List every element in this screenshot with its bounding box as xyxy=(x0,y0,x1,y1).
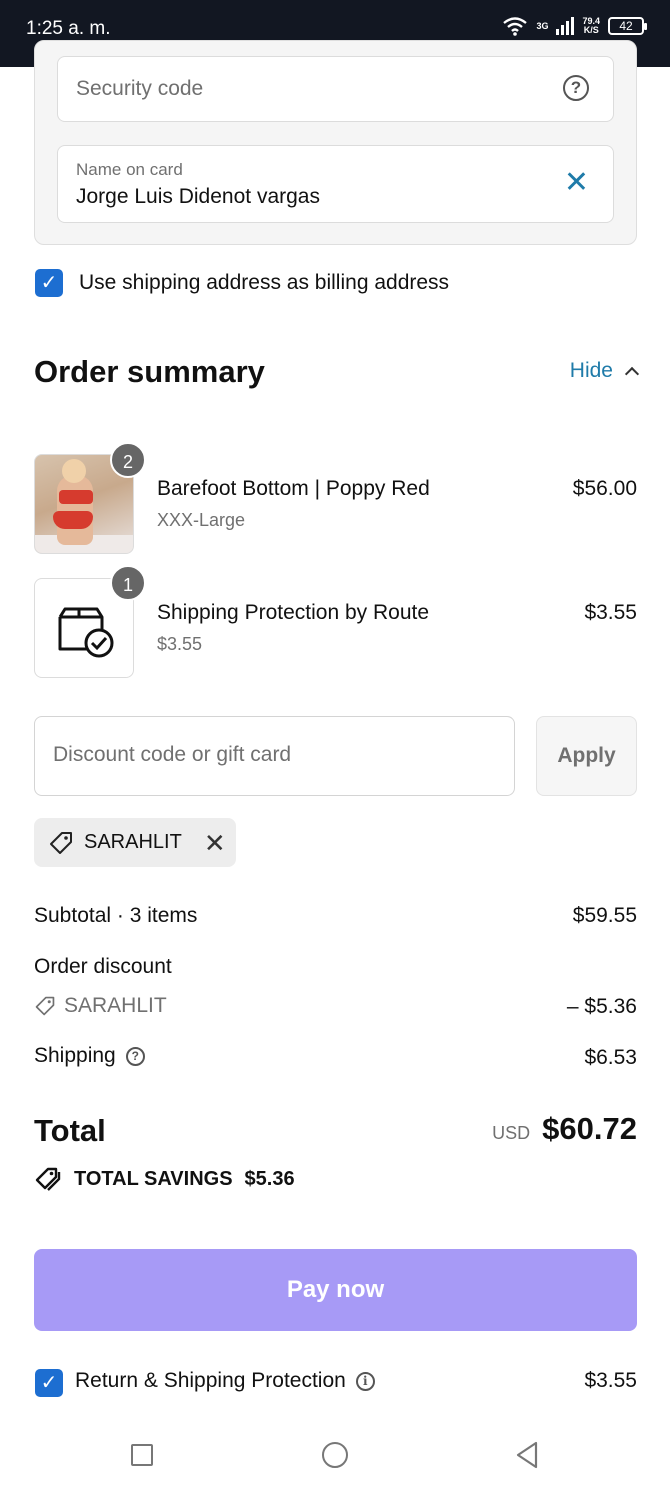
status-time: 1:25 a. m. xyxy=(26,18,111,39)
total-savings-value: $5.36 xyxy=(244,1167,295,1190)
help-icon[interactable]: ? xyxy=(563,75,589,101)
order-discount-code-row: SARAHLIT xyxy=(34,994,167,1018)
line-item-variant: XXX-Large xyxy=(157,510,246,530)
name-on-card-field[interactable]: Name on card Jorge Luis Didenot vargas ✕ xyxy=(57,145,614,223)
billing-same-label[interactable]: Use shipping address as billing address xyxy=(79,271,449,295)
total-amount-group: USD $60.72 xyxy=(492,1111,637,1147)
protection-row: Return & Shipping Protection i xyxy=(75,1369,375,1393)
remove-discount-icon[interactable]: ✕ xyxy=(204,830,226,856)
total-savings: TOTAL SAVINGS $5.36 xyxy=(34,1166,295,1192)
card-details-group: Security code ? Name on card Jorge Luis … xyxy=(34,40,637,245)
security-code-placeholder: Security code xyxy=(76,77,204,100)
photo-figure-head xyxy=(62,459,86,483)
discount-code-input[interactable]: Discount code or gift card xyxy=(34,716,515,796)
net-speed: 79.4 K/S xyxy=(582,17,600,35)
status-icons: 3G 79.4 K/S 42 xyxy=(502,16,647,36)
name-on-card-label: Name on card xyxy=(76,160,183,179)
order-summary-title: Order summary xyxy=(34,354,265,389)
name-on-card-value[interactable]: Jorge Luis Didenot vargas xyxy=(76,185,320,209)
applied-discount-chip: SARAHLIT ✕ xyxy=(34,818,236,867)
net-speed-unit: K/S xyxy=(583,25,599,35)
hide-summary-toggle[interactable]: Hide xyxy=(570,359,640,383)
total-savings-label: TOTAL SAVINGS xyxy=(74,1167,233,1190)
tag-icon xyxy=(35,996,55,1016)
shipping-value: $6.53 xyxy=(584,1046,637,1069)
line-item-price: $3.55 xyxy=(584,601,637,624)
protection-label[interactable]: Return & Shipping Protection xyxy=(75,1369,346,1393)
apply-button[interactable]: Apply xyxy=(536,716,637,796)
info-icon[interactable]: i xyxy=(355,1371,375,1391)
order-discount-code: SARAHLIT xyxy=(64,994,167,1017)
hide-summary-label[interactable]: Hide xyxy=(570,359,613,383)
subtotal-value: $59.55 xyxy=(572,904,637,927)
photo-swim-bottom xyxy=(53,511,93,529)
protection-price: $3.55 xyxy=(584,1369,637,1392)
tags-icon xyxy=(35,1167,61,1191)
system-nav-bar xyxy=(0,1420,670,1500)
quantity-badge: 1 xyxy=(110,565,146,601)
clear-icon[interactable]: ✕ xyxy=(564,168,589,198)
help-icon[interactable]: ? xyxy=(125,1046,145,1066)
subtotal-label: Subtotal · 3 items xyxy=(34,904,198,927)
photo-swim-top xyxy=(59,490,93,504)
photo-figure xyxy=(57,475,93,545)
total-label: Total xyxy=(34,1113,106,1148)
chevron-up-icon xyxy=(624,366,640,382)
protection-checkbox[interactable]: ✓ xyxy=(35,1369,63,1397)
battery-icon: 42 xyxy=(608,17,647,35)
home-icon[interactable] xyxy=(322,1442,348,1468)
line-item-name: Shipping Protection by Route xyxy=(157,601,430,624)
order-discount-value: – $5.36 xyxy=(566,995,637,1018)
billing-same-checkbox[interactable]: ✓ xyxy=(35,269,63,297)
applied-discount-code: SARAHLIT xyxy=(84,831,182,853)
shipping-row: Shipping ? xyxy=(34,1044,145,1068)
tag-icon xyxy=(50,831,72,854)
network-type: 3G xyxy=(536,20,549,31)
shipping-label: Shipping xyxy=(34,1044,116,1067)
wifi-icon xyxy=(503,17,528,36)
total-currency: USD xyxy=(492,1123,531,1143)
back-icon[interactable] xyxy=(515,1441,539,1469)
pay-now-button[interactable]: Pay now xyxy=(34,1249,637,1331)
total-amount: $60.72 xyxy=(542,1111,637,1146)
line-item-variant: $3.55 xyxy=(157,634,203,654)
line-item-name: Barefoot Bottom | Poppy Red xyxy=(157,477,430,500)
order-discount-label: Order discount xyxy=(34,955,172,978)
recents-icon[interactable] xyxy=(131,1444,153,1466)
security-code-field[interactable]: Security code ? xyxy=(57,56,614,122)
quantity-badge: 2 xyxy=(110,442,146,478)
line-item-price: $56.00 xyxy=(572,477,637,500)
signal-icon xyxy=(556,17,575,35)
